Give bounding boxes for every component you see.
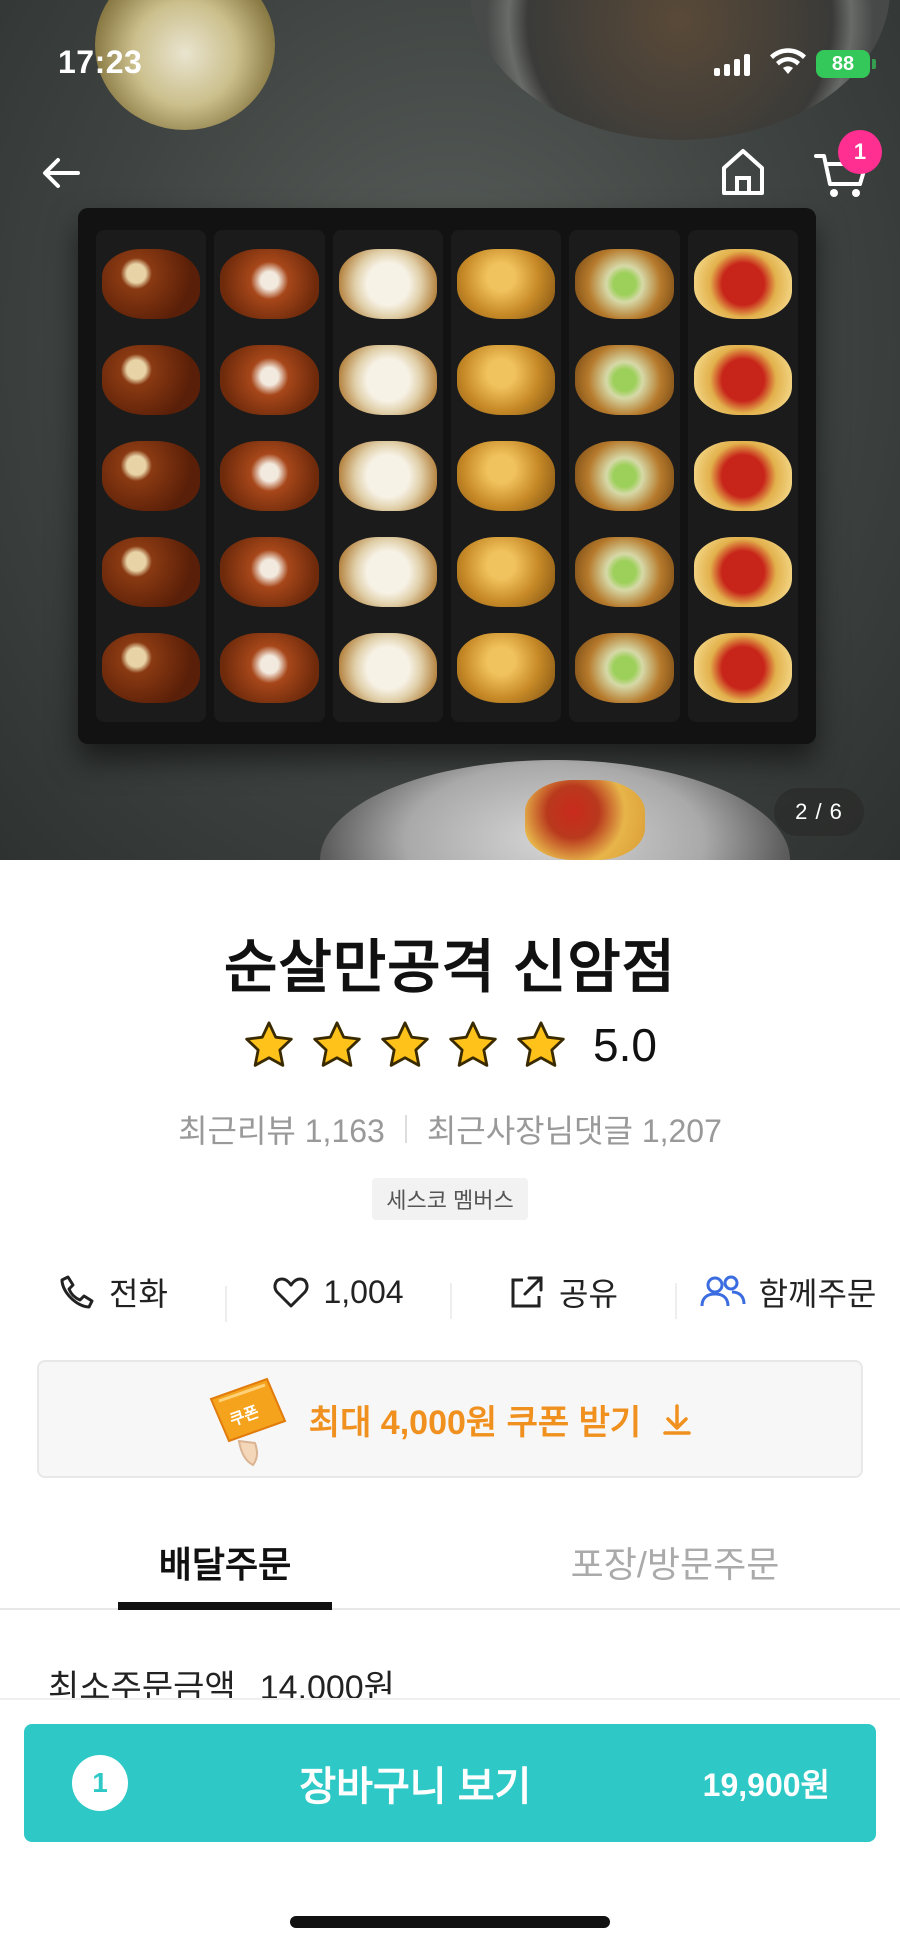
review-meta[interactable]: 최근리뷰 1,163 최근사장님댓글 1,207 (0, 1106, 900, 1152)
cart-item-count: 1 (72, 1755, 128, 1811)
image-counter: 2 / 6 (774, 788, 864, 836)
rating-score: 5.0 (593, 1019, 657, 1071)
order-type-tabs: 배달주문 포장/방문주문 (0, 1516, 900, 1610)
share-label: 공유 (559, 1276, 618, 1312)
star-icon (517, 1021, 565, 1067)
back-arrow-icon[interactable] (36, 148, 86, 198)
cesco-members-tag: 세스코 멤버스 (372, 1178, 528, 1220)
home-icon[interactable] (718, 146, 768, 198)
owner-replies-label: 최근사장님댓글 (426, 1113, 633, 1149)
view-cart-label: 장바구니 보기 (299, 1765, 532, 1809)
divider (404, 1115, 407, 1143)
group-icon (700, 1275, 746, 1307)
recent-reviews-count: 1,163 (304, 1113, 385, 1149)
owner-replies[interactable]: 최근사장님댓글 1,207 (427, 1106, 722, 1152)
coupon-download-button[interactable]: 쿠폰 최대 4,000원 쿠폰 받기 (37, 1360, 863, 1478)
store-name: 순살만공격 신암점 (224, 935, 676, 1000)
star-icon (381, 1021, 429, 1067)
store-rating: 5.0 (0, 1018, 900, 1072)
share-button[interactable]: 공유 (450, 1269, 675, 1319)
coupon-ticket-icon: 쿠폰 (209, 1377, 287, 1467)
call-button[interactable]: 전화 (0, 1269, 225, 1315)
recent-reviews[interactable]: 최근리뷰 1,163 (178, 1106, 385, 1152)
star-icon (313, 1021, 361, 1067)
wifi-icon (770, 48, 806, 74)
call-label: 전화 (109, 1276, 168, 1312)
owner-replies-count: 1,207 (641, 1113, 722, 1149)
star-icon (245, 1021, 293, 1067)
status-bar: 17:23 88 (0, 0, 900, 110)
star-icon (449, 1021, 497, 1067)
download-arrow-icon (663, 1404, 691, 1435)
cart-count-badge: 1 (838, 130, 882, 174)
share-icon (511, 1276, 543, 1308)
phone-icon (60, 1275, 94, 1309)
heart-icon (273, 1277, 309, 1308)
group-order-label: 함께주문 (758, 1276, 877, 1312)
hero-nachos-decor (525, 780, 645, 860)
chicken-tray-photo (78, 208, 816, 744)
home-indicator[interactable] (290, 1916, 610, 1928)
like-count: 1,004 (323, 1273, 404, 1310)
tab-pickup[interactable]: 포장/방문주문 (450, 1516, 900, 1608)
recent-reviews-label: 최근리뷰 (178, 1113, 296, 1149)
like-button[interactable]: 1,004 (225, 1272, 450, 1322)
coupon-text: 최대 4,000원 쿠폰 받기 (308, 1403, 642, 1442)
status-time: 17:23 (58, 44, 143, 80)
tab-delivery[interactable]: 배달주문 (0, 1516, 450, 1610)
cart-total-price: 19,900원 (702, 1767, 830, 1803)
store-actions: 전화 1,004 공유 함께주문 (0, 1260, 900, 1324)
group-order-button[interactable]: 함께주문 (675, 1269, 900, 1319)
hero-image[interactable] (0, 0, 900, 860)
signal-icon (714, 52, 750, 76)
battery-icon: 88 (816, 50, 876, 78)
view-cart-button[interactable]: 1 장바구니 보기 19,900원 (24, 1724, 876, 1842)
